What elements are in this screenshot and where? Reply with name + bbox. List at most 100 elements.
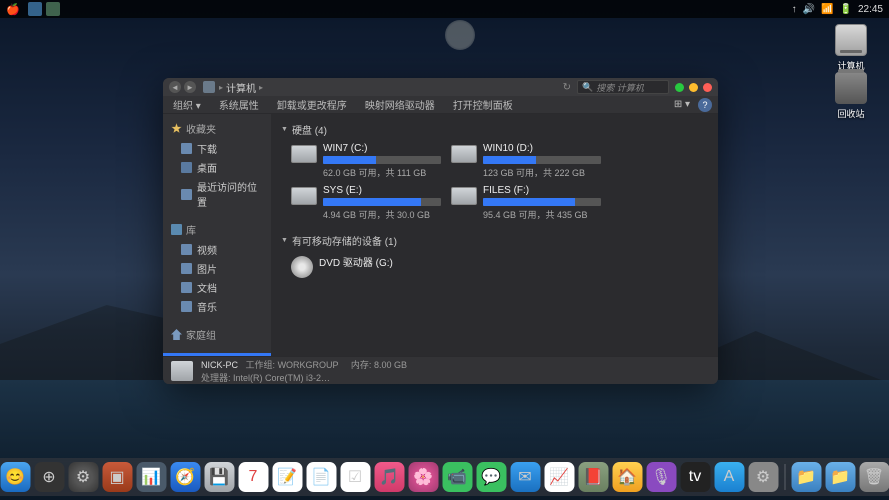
- dock-folder-downloads[interactable]: 📁: [791, 462, 821, 492]
- drive-item[interactable]: WIN7 (C:)62.0 GB 可用，共 111 GB: [291, 143, 441, 179]
- search-placeholder: 搜索 计算机: [596, 81, 644, 94]
- folder-icon: [181, 301, 192, 312]
- status-pc-name: NICK-PC: [201, 360, 238, 370]
- dock-reminders[interactable]: ☑: [340, 462, 370, 492]
- sidebar-libraries-header[interactable]: 库: [163, 219, 271, 240]
- dock-messages[interactable]: 💬: [476, 462, 506, 492]
- forward-button[interactable]: ►: [184, 81, 196, 93]
- sidebar-item-desktop[interactable]: 桌面: [163, 158, 271, 177]
- minimize-button[interactable]: [675, 83, 684, 92]
- back-button[interactable]: ◄: [169, 81, 181, 93]
- group-removable[interactable]: ▼有可移动存储的设备 (1): [281, 229, 708, 252]
- hdd-icon: [291, 187, 317, 205]
- dock-trash[interactable]: 🗑: [859, 462, 889, 492]
- sidebar-item-videos[interactable]: 视频: [163, 240, 271, 259]
- capacity-bar: [483, 198, 601, 206]
- drive-capacity-text: 4.94 GB 可用，共 30.0 GB: [323, 208, 441, 221]
- sidebar-item-documents[interactable]: 文档: [163, 278, 271, 297]
- close-button[interactable]: [703, 83, 712, 92]
- desktop-icon-label: 回收站: [827, 107, 875, 120]
- status-wg-label: 工作组:: [246, 360, 276, 370]
- wifi-icon[interactable]: 📶: [821, 4, 833, 15]
- recent-icon: [181, 189, 192, 200]
- dock-facetime[interactable]: 📹: [442, 462, 472, 492]
- dock-photos[interactable]: 🌸: [408, 462, 438, 492]
- sidebar-item-recent[interactable]: 最近访问的位置: [163, 177, 271, 211]
- desktop-icon: [181, 162, 192, 173]
- status-mem-label: 内存:: [351, 360, 372, 370]
- dock-mail[interactable]: ✉: [510, 462, 540, 492]
- menubar-app-icon[interactable]: [46, 2, 60, 16]
- dock-tv[interactable]: tv: [680, 462, 710, 492]
- status-cpu: Intel(R) Core(TM) i3-2…: [233, 373, 330, 383]
- menubar: 🍎 ↑ 🔊 📶 🔋 22:45: [0, 0, 889, 18]
- toolbar-control-panel[interactable]: 打开控制面板: [449, 96, 517, 113]
- drive-name: WIN10 (D:): [483, 143, 601, 154]
- dock-activity[interactable]: 📊: [136, 462, 166, 492]
- dock-notes[interactable]: 📝: [272, 462, 302, 492]
- sidebar-favorites-header[interactable]: 收藏夹: [163, 118, 271, 139]
- moon-decoration: [445, 20, 475, 50]
- dock-books[interactable]: 📕: [578, 462, 608, 492]
- upload-icon[interactable]: ↑: [792, 4, 797, 15]
- drive-capacity-text: 95.4 GB 可用，共 435 GB: [483, 208, 601, 221]
- dock-safari[interactable]: 🧭: [170, 462, 200, 492]
- dock-stocks[interactable]: 📈: [544, 462, 574, 492]
- dvd-icon: [291, 256, 313, 278]
- volume-icon[interactable]: 🔊: [803, 4, 815, 15]
- drive-capacity-text: 62.0 GB 可用，共 111 GB: [323, 166, 441, 179]
- desktop-trash-icon[interactable]: 回收站: [827, 72, 875, 120]
- dock-settings[interactable]: ⚙: [68, 462, 98, 492]
- battery-icon[interactable]: 🔋: [840, 4, 852, 15]
- drive-item[interactable]: FILES (F:)95.4 GB 可用，共 435 GB: [451, 185, 601, 221]
- help-button[interactable]: ?: [698, 98, 712, 112]
- drive-name: DVD 驱动器 (G:): [319, 254, 441, 269]
- dock-folder-documents[interactable]: 📁: [825, 462, 855, 492]
- dock-separator: [784, 464, 785, 490]
- dock-textedit[interactable]: 📄: [306, 462, 336, 492]
- chevron-down-icon: ▼: [281, 126, 288, 133]
- computer-icon: [203, 81, 215, 93]
- dock-preferences[interactable]: ⚙: [748, 462, 778, 492]
- breadcrumb[interactable]: 计算机: [226, 80, 256, 95]
- dock-home[interactable]: 🏠: [612, 462, 642, 492]
- drive-item[interactable]: SYS (E:)4.94 GB 可用，共 30.0 GB: [291, 185, 441, 221]
- group-hard-disks[interactable]: ▼硬盘 (4): [281, 118, 708, 141]
- dock-calendar[interactable]: 7: [238, 462, 268, 492]
- hdd-icon: [291, 145, 317, 163]
- toolbar-map-drive[interactable]: 映射网络驱动器: [361, 96, 439, 113]
- view-options-icon[interactable]: ⊞ ▾: [670, 98, 694, 111]
- window-controls: [675, 83, 712, 92]
- dock-appstore[interactable]: A: [714, 462, 744, 492]
- computer-icon: [171, 361, 193, 381]
- dock-podcasts[interactable]: 🎙: [646, 462, 676, 492]
- menubar-app-icon[interactable]: [28, 2, 42, 16]
- apple-menu-icon[interactable]: 🍎: [6, 3, 20, 16]
- sidebar-homegroup-header[interactable]: 家庭组: [163, 324, 271, 345]
- refresh-icon[interactable]: ↻: [563, 82, 571, 93]
- capacity-bar: [323, 156, 441, 164]
- sidebar-item-downloads[interactable]: 下载: [163, 139, 271, 158]
- dock-finder[interactable]: 😊: [0, 462, 30, 492]
- toolbar: 组织 ▾ 系统属性 卸载或更改程序 映射网络驱动器 打开控制面板 ⊞ ▾ ?: [163, 96, 718, 114]
- folder-icon: [181, 244, 192, 255]
- dock-iterm[interactable]: ▣: [102, 462, 132, 492]
- dock-drive[interactable]: 💾: [204, 462, 234, 492]
- drive-item[interactable]: WIN10 (D:)123 GB 可用，共 222 GB: [451, 143, 601, 179]
- maximize-button[interactable]: [689, 83, 698, 92]
- sidebar-item-music[interactable]: 音乐: [163, 297, 271, 316]
- breadcrumb-dropdown[interactable]: ▸: [259, 83, 263, 92]
- status-cpu-label: 处理器:: [201, 373, 231, 383]
- toolbar-uninstall[interactable]: 卸载或更改程序: [273, 96, 351, 113]
- dock-dashboard[interactable]: ⊕: [34, 462, 64, 492]
- desktop-computer-icon[interactable]: 计算机: [827, 24, 875, 72]
- clock[interactable]: 22:45: [858, 4, 883, 15]
- organize-menu[interactable]: 组织 ▾: [169, 96, 205, 113]
- toolbar-properties[interactable]: 系统属性: [215, 96, 263, 113]
- explorer-window: ◄ ► ▸ 计算机 ▸ ↻ 🔍 搜索 计算机 组织 ▾ 系统属性 卸载或更改程序…: [163, 78, 718, 384]
- dock-music[interactable]: 🎵: [374, 462, 404, 492]
- sidebar-item-pictures[interactable]: 图片: [163, 259, 271, 278]
- drive-item[interactable]: DVD 驱动器 (G:): [291, 254, 441, 278]
- titlebar[interactable]: ◄ ► ▸ 计算机 ▸ ↻ 🔍 搜索 计算机: [163, 78, 718, 96]
- search-input[interactable]: 🔍 搜索 计算机: [577, 80, 669, 94]
